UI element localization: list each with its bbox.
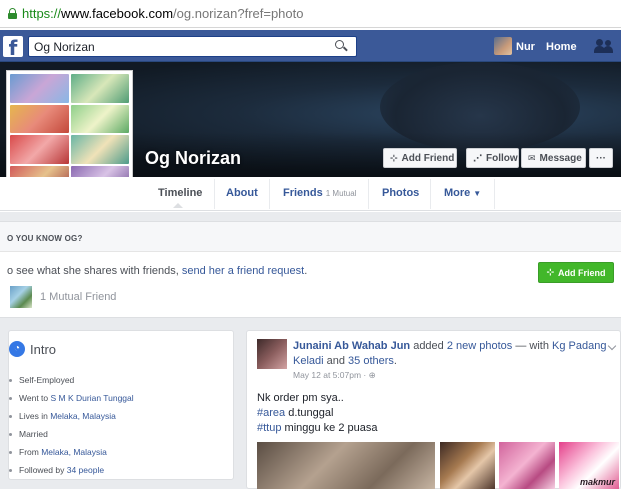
do-you-know-box: O YOU KNOW OG? o see what she shares wit… [0, 221, 621, 318]
tab-timeline[interactable]: Timeline [158, 187, 202, 199]
hashtag-area[interactable]: #area [257, 407, 285, 419]
lock-icon [8, 8, 17, 19]
heart-icon [9, 433, 12, 437]
profile-tabs: Timeline About Friends 1 Mutual Photos Mo… [0, 177, 621, 211]
add-friend-button[interactable]: ⊹ Add Friend [383, 148, 457, 168]
post-author-link[interactable]: Junaini Ab Wahab Jun [293, 340, 410, 352]
intro-card: ◔ Intro Self-Employed Went to S M K Duri… [8, 330, 234, 480]
intro-title: Intro [30, 342, 57, 357]
tab-about[interactable]: About [226, 187, 258, 199]
search-input[interactable] [29, 37, 319, 56]
facebook-logo-icon[interactable]: f [3, 36, 23, 57]
post-photo-4[interactable]: makmur [559, 442, 619, 489]
tab-friends[interactable]: Friends 1 Mutual [283, 187, 356, 199]
browser-url-bar[interactable]: https://www.facebook.com/og.norizan?fref… [0, 0, 621, 28]
work-icon [9, 379, 12, 383]
intro-item-relationship: Married [9, 429, 48, 439]
mutual-friend-avatar[interactable] [10, 286, 32, 308]
user-avatar[interactable] [494, 37, 512, 55]
intro-item-education: Went to S M K Durian Tunggal [9, 393, 134, 403]
send-friend-request-link[interactable]: send her a friend request [182, 265, 304, 277]
post-options-chevron-icon[interactable] [607, 341, 617, 351]
post-author-avatar[interactable] [257, 339, 287, 369]
post-text: Nk order pm sya.. #area d.tunggal #ttup … [257, 392, 378, 434]
education-icon [9, 397, 12, 401]
tab-photos[interactable]: Photos [382, 187, 419, 199]
add-friend-icon: ⊹ [390, 152, 398, 163]
follow-button[interactable]: ⋰ Follow [466, 148, 519, 168]
nav-home-link[interactable]: Home [546, 41, 577, 53]
post-timestamp[interactable]: May 12 at 5:07pm · ⊕ [293, 370, 376, 381]
rss-icon: ⋰ [473, 152, 482, 163]
do-you-know-title: O YOU KNOW OG? [7, 234, 83, 243]
hashtag-ttup[interactable]: #ttup [257, 422, 281, 434]
caret-down-icon: ▼ [473, 189, 482, 198]
home-icon [9, 415, 12, 419]
intro-item-followers: Followed by 34 people [9, 465, 104, 475]
photo-watermark: makmur [579, 477, 615, 487]
add-friend-green-button[interactable]: ⊹ Add Friend [538, 262, 614, 283]
intro-item-lives: Lives in Melaka, Malaysia [9, 411, 116, 421]
intro-item-from: From Melaka, Malaysia [9, 447, 107, 457]
post-header: Junaini Ab Wahab Jun added 2 new photos … [293, 340, 607, 367]
tab-more[interactable]: More ▼ [444, 187, 481, 199]
profile-name[interactable]: Og Norizan [145, 148, 241, 169]
friend-requests-icon[interactable] [594, 39, 614, 53]
nav-user-name[interactable]: Nur [516, 41, 535, 53]
add-friend-icon: ⊹ [546, 267, 555, 277]
post-photo-2[interactable] [440, 442, 495, 489]
post-photo-1[interactable] [257, 442, 435, 489]
search-icon[interactable] [335, 40, 348, 52]
mutual-friend-link[interactable]: 1 Mutual Friend [40, 291, 116, 303]
url-text[interactable]: https://www.facebook.com/og.norizan?fref… [22, 6, 304, 21]
active-tab-indicator [173, 203, 183, 208]
post-photo-3[interactable] [499, 442, 555, 489]
others-link[interactable]: 35 others [348, 355, 394, 367]
globe-icon: ◔ [9, 341, 25, 357]
message-icon: ✉ [528, 152, 536, 163]
mutual-count: 1 Mutual [325, 189, 357, 198]
intro-item-work: Self-Employed [9, 375, 74, 385]
timeline-post: Junaini Ab Wahab Jun added 2 new photos … [246, 330, 621, 489]
facebook-top-bar: f Nur Home [0, 30, 621, 62]
search-box[interactable] [28, 36, 357, 57]
more-options-button[interactable]: ··· [589, 148, 613, 168]
message-button[interactable]: ✉ Message [521, 148, 586, 168]
location-icon [9, 451, 12, 455]
friend-request-prompt: o see what she shares with friends, send… [7, 265, 308, 277]
new-photos-link[interactable]: 2 new photos [447, 340, 512, 352]
public-globe-icon: ⊕ [368, 370, 376, 380]
followers-icon [9, 469, 12, 473]
